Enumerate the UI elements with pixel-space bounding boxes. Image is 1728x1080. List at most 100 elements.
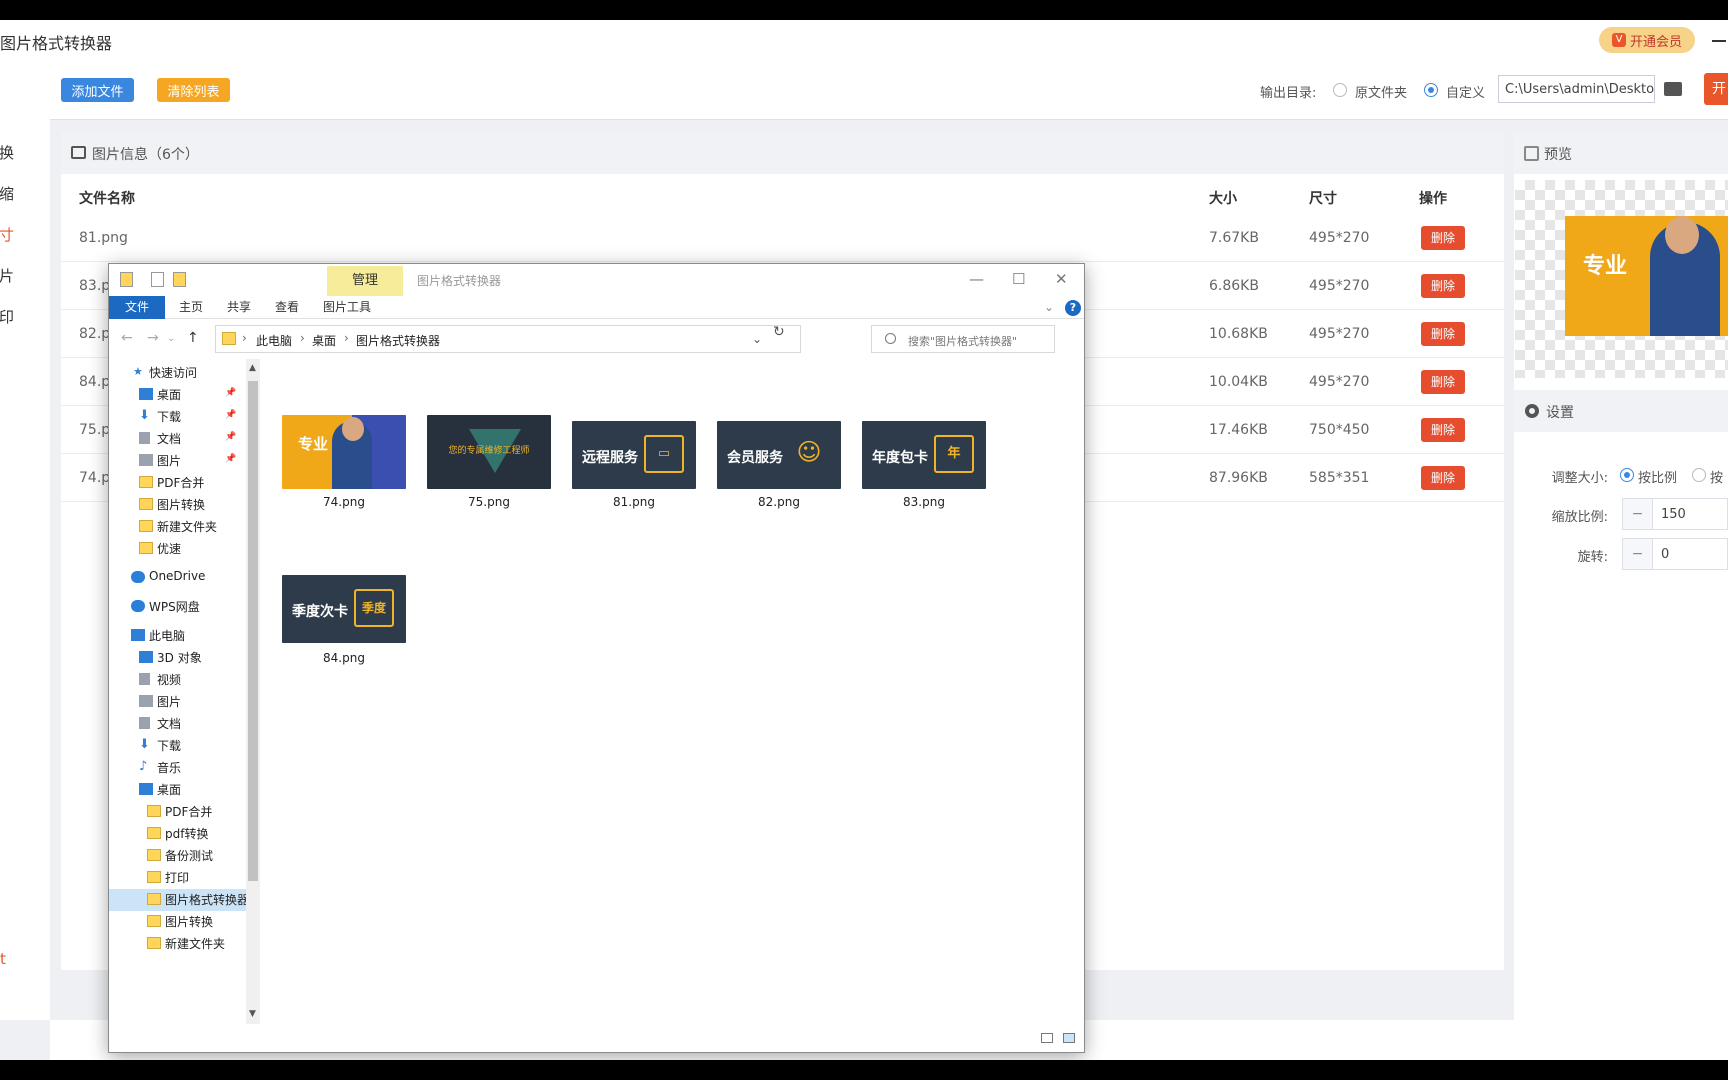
thumbnail-text: 会员服务 <box>727 450 783 466</box>
scrollbar-thumb[interactable] <box>248 381 258 881</box>
download-icon: ⬇ <box>139 408 150 423</box>
breadcrumb-separator: › <box>242 331 247 345</box>
other-radio[interactable] <box>1692 468 1706 482</box>
breadcrumb-this-pc[interactable]: 此电脑 <box>256 332 292 349</box>
file-item[interactable]: 年度包卡 年 83.png <box>854 421 994 515</box>
nav-desk-backup[interactable]: 备份测试 <box>165 847 213 864</box>
delete-button[interactable]: 删除 <box>1421 322 1465 346</box>
sidebar-item-convert[interactable]: 转换 <box>0 142 14 163</box>
start-button[interactable]: 开 <box>1704 73 1728 105</box>
file-thumbnail: 远程服务 ▭ <box>572 421 696 489</box>
scroll-down-icon[interactable]: ▼ <box>249 1009 256 1019</box>
file-item[interactable]: 您的专属维修工程师 75.png <box>419 415 559 515</box>
folder-browse-icon[interactable] <box>1664 82 1682 96</box>
nav-scrollbar[interactable]: ▲ ▼ <box>246 359 260 1024</box>
nav-documents[interactable]: 文档 <box>157 430 181 447</box>
address-dropdown-icon[interactable]: ⌄ <box>752 332 762 346</box>
file-item[interactable]: 季度次卡 季度 84.png <box>274 575 414 669</box>
nav-pc-downloads[interactable]: 下载 <box>157 737 181 754</box>
search-input[interactable]: 搜索"图片格式转换器" <box>871 325 1055 353</box>
file-dim: 585*351 <box>1309 470 1370 486</box>
nav-desk-image-convert[interactable]: 图片转换 <box>165 913 213 930</box>
scroll-up-icon[interactable]: ▲ <box>249 363 256 373</box>
nav-videos[interactable]: 视频 <box>157 671 181 688</box>
up-icon[interactable]: ↑ <box>187 330 199 346</box>
add-files-button[interactable]: 添加文件 <box>61 78 134 102</box>
nav-desktop[interactable]: 桌面 <box>157 386 181 403</box>
nav-desk-pdf-merge[interactable]: PDF合并 <box>165 803 212 820</box>
scale-label: 缩放比例: <box>1551 510 1608 525</box>
delete-button[interactable]: 删除 <box>1421 370 1465 394</box>
file-explorer-window: 管理 图片格式转换器 — ☐ ✕ 文件 主页 共享 查看 图片工具 ⌄ ? ← … <box>108 263 1085 1053</box>
tab-manage[interactable]: 管理 <box>327 266 403 296</box>
forward-icon[interactable]: → <box>147 330 159 346</box>
output-path-input[interactable]: C:\Users\admin\Deskto <box>1498 75 1655 103</box>
nav-desk-new-folder[interactable]: 新建文件夹 <box>165 935 225 952</box>
file-item[interactable]: 专业 74.png <box>274 415 414 515</box>
nav-pictures[interactable]: 图片 <box>157 452 181 469</box>
scale-stepper[interactable]: − 150 <box>1622 498 1728 530</box>
delete-button[interactable]: 删除 <box>1421 226 1465 250</box>
rotate-value: 0 <box>1661 547 1670 562</box>
nav-pc-documents[interactable]: 文档 <box>157 715 181 732</box>
delete-button[interactable]: 删除 <box>1421 466 1465 490</box>
nav-image-convert[interactable]: 图片转换 <box>157 496 205 513</box>
nav-new-folder[interactable]: 新建文件夹 <box>157 518 217 535</box>
file-thumbnail: 专业 <box>282 415 406 489</box>
tab-file[interactable]: 文件 <box>109 296 165 319</box>
minimize-icon[interactable] <box>1712 40 1726 42</box>
sidebar-item-compress[interactable]: 压缩 <box>0 183 14 204</box>
file-name: 74.png <box>323 495 365 509</box>
breadcrumb-desktop[interactable]: 桌面 <box>312 332 336 349</box>
scale-minus-button[interactable]: − <box>1623 499 1653 529</box>
chevron-down-icon[interactable]: ⌄ <box>1039 296 1059 319</box>
nav-pc-pictures[interactable]: 图片 <box>157 693 181 710</box>
vip-button[interactable]: V 开通会员 <box>1599 27 1695 53</box>
delete-button[interactable]: 删除 <box>1421 418 1465 442</box>
nav-3d-objects[interactable]: 3D 对象 <box>157 649 202 666</box>
help-icon[interactable]: ? <box>1065 300 1081 316</box>
file-name: 82.png <box>758 495 800 509</box>
delete-button[interactable]: 删除 <box>1421 274 1465 298</box>
tab-picture-tools[interactable]: 图片工具 <box>315 296 379 319</box>
nav-desk-print[interactable]: 打印 <box>165 869 189 886</box>
nav-onedrive[interactable]: OneDrive <box>149 569 205 583</box>
custom-folder-radio[interactable] <box>1424 83 1438 97</box>
rotate-stepper[interactable]: − 0 <box>1622 538 1728 570</box>
clear-list-button[interactable]: 清除列表 <box>157 78 230 102</box>
rotate-minus-button[interactable]: − <box>1623 539 1653 569</box>
breadcrumb-folder[interactable]: 图片格式转换器 <box>356 332 440 349</box>
details-view-icon[interactable] <box>1041 1033 1053 1043</box>
tab-share[interactable]: 共享 <box>217 296 261 319</box>
sidebar-item-watermark[interactable]: 水印 <box>0 306 14 327</box>
properties-icon[interactable] <box>151 272 164 287</box>
sidebar-item-size[interactable]: 尺寸 <box>0 224 14 245</box>
file-item[interactable]: 会员服务 ☺ 82.png <box>709 421 849 515</box>
address-bar[interactable]: › 此电脑 › 桌面 › 图片格式转换器 ⌄ <box>215 325 801 353</box>
close-icon[interactable]: ✕ <box>1055 270 1068 288</box>
back-icon[interactable]: ← <box>121 330 133 346</box>
file-item[interactable]: 远程服务 ▭ 81.png <box>564 421 704 515</box>
refresh-icon[interactable]: ↻ <box>773 324 785 340</box>
tab-view[interactable]: 查看 <box>265 296 309 319</box>
original-folder-radio[interactable] <box>1333 83 1347 97</box>
nav-this-pc[interactable]: 此电脑 <box>149 627 185 644</box>
nav-wps[interactable]: WPS网盘 <box>149 598 200 615</box>
recent-chevron-icon[interactable]: ⌄ <box>167 333 175 344</box>
maximize-icon[interactable]: ☐ <box>1012 270 1025 288</box>
ratio-radio[interactable] <box>1620 468 1634 482</box>
nav-music[interactable]: 音乐 <box>157 759 181 776</box>
new-folder-icon[interactable] <box>173 272 186 287</box>
large-icons-view-icon[interactable] <box>1063 1033 1075 1043</box>
minimize-icon[interactable]: — <box>969 270 984 288</box>
nav-downloads[interactable]: 下载 <box>157 408 181 425</box>
nav-yousu[interactable]: 优速 <box>157 540 181 557</box>
sidebar-item-image[interactable]: 图片 <box>0 265 14 286</box>
nav-desk-image-format-converter[interactable]: 图片格式转换器 <box>165 891 249 908</box>
tab-home[interactable]: 主页 <box>169 296 213 319</box>
nav-pc-desktop[interactable]: 桌面 <box>157 781 181 798</box>
nav-pdf-merge[interactable]: PDF合并 <box>157 474 204 491</box>
nav-desk-pdf-convert[interactable]: pdf转换 <box>165 825 208 842</box>
3d-objects-icon <box>139 651 153 663</box>
nav-quick-access[interactable]: 快速访问 <box>149 364 197 381</box>
